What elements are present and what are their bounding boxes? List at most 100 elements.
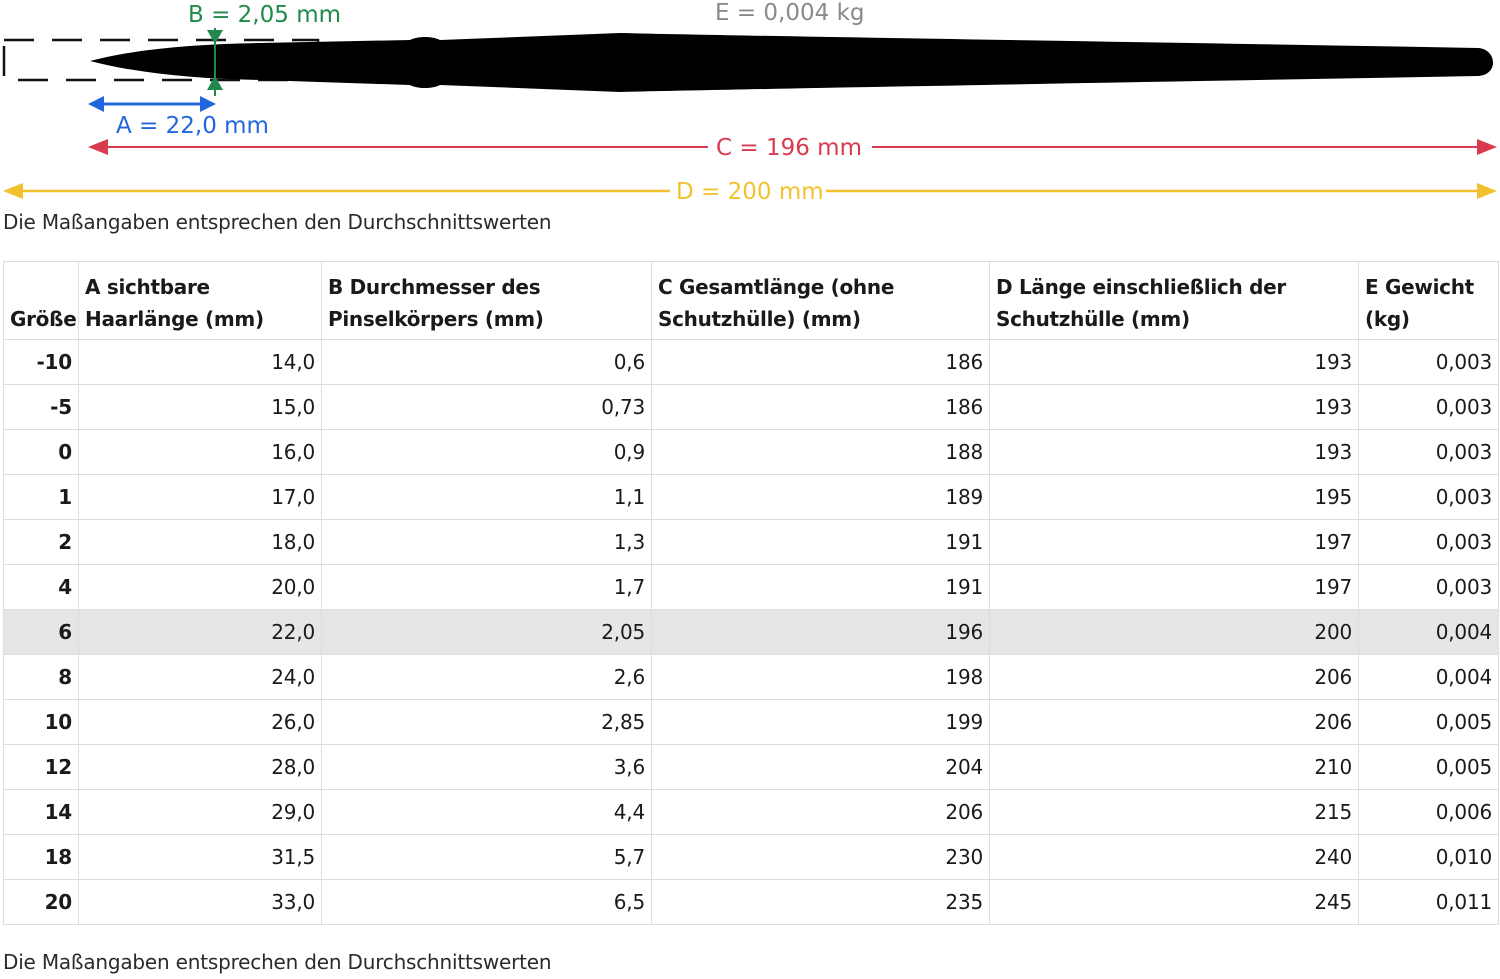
average-values-note-bottom: Die Maßangaben entsprechen den Durchschn… bbox=[3, 950, 552, 974]
label-d: D = 200 mm bbox=[676, 179, 824, 205]
length-with-cap-cell: 200 bbox=[989, 609, 1359, 655]
size-cell: 0 bbox=[3, 429, 79, 475]
body-diameter-cell: 5,7 bbox=[321, 834, 652, 880]
table-row: 2 18,0 1,3 191 197 0,003 bbox=[3, 519, 1499, 565]
weight-cell: 0,003 bbox=[1358, 564, 1499, 610]
brush-silhouette bbox=[90, 33, 1494, 92]
body-diameter-cell: 2,05 bbox=[321, 609, 652, 655]
dimension-c: C = 196 mm bbox=[88, 135, 1497, 161]
length-with-cap-cell: 215 bbox=[989, 789, 1359, 835]
average-values-note: Die Maßangaben entsprechen den Durchschn… bbox=[3, 210, 552, 234]
table-row: 8 24,0 2,6 198 206 0,004 bbox=[3, 654, 1499, 700]
total-length-cell: 189 bbox=[651, 474, 990, 520]
hair-length-cell: 17,0 bbox=[78, 474, 322, 520]
total-length-cell: 191 bbox=[651, 519, 990, 565]
hair-length-cell: 20,0 bbox=[78, 564, 322, 610]
header-length-with-cap: D Länge einschließlich der Schutzhülle (… bbox=[989, 261, 1359, 340]
header-size: Größe bbox=[3, 261, 79, 340]
size-cell: 20 bbox=[3, 879, 79, 925]
size-cell: 2 bbox=[3, 519, 79, 565]
body-diameter-cell: 4,4 bbox=[321, 789, 652, 835]
brush-dimension-diagram: B = 2,05 mm E = 0,004 kg A = 22,0 mm C =… bbox=[2, 0, 1497, 205]
weight-cell: 0,003 bbox=[1358, 339, 1499, 385]
body-diameter-cell: 6,5 bbox=[321, 879, 652, 925]
weight-cell: 0,010 bbox=[1358, 834, 1499, 880]
weight-cell: 0,004 bbox=[1358, 654, 1499, 700]
weight-cell: 0,004 bbox=[1358, 609, 1499, 655]
table-row: 0 16,0 0,9 188 193 0,003 bbox=[3, 429, 1499, 475]
total-length-cell: 235 bbox=[651, 879, 990, 925]
total-length-cell: 230 bbox=[651, 834, 990, 880]
body-diameter-cell: 1,3 bbox=[321, 519, 652, 565]
length-with-cap-cell: 206 bbox=[989, 654, 1359, 700]
table-row: 10 26,0 2,85 199 206 0,005 bbox=[3, 699, 1499, 745]
body-diameter-cell: 0,6 bbox=[321, 339, 652, 385]
body-diameter-cell: 1,1 bbox=[321, 474, 652, 520]
size-cell: 14 bbox=[3, 789, 79, 835]
hair-length-cell: 24,0 bbox=[78, 654, 322, 700]
header-body-diameter: B Durchmesser des Pinselkörpers (mm) bbox=[321, 261, 652, 340]
table-body: -10 14,0 0,6 186 193 0,003 -5 15,0 0,73 186 193 0,0… bbox=[3, 339, 1499, 925]
weight-cell: 0,003 bbox=[1358, 474, 1499, 520]
table-row: 20 33,0 6,5 235 245 0,011 bbox=[3, 879, 1499, 925]
hair-length-cell: 28,0 bbox=[78, 744, 322, 790]
hair-length-cell: 33,0 bbox=[78, 879, 322, 925]
total-length-cell: 204 bbox=[651, 744, 990, 790]
size-cell: 8 bbox=[3, 654, 79, 700]
total-length-cell: 206 bbox=[651, 789, 990, 835]
table-row: 1 17,0 1,1 189 195 0,003 bbox=[3, 474, 1499, 520]
size-cell: 4 bbox=[3, 564, 79, 610]
weight-cell: 0,003 bbox=[1358, 429, 1499, 475]
length-with-cap-cell: 195 bbox=[989, 474, 1359, 520]
header-weight: E Gewicht (kg) bbox=[1358, 261, 1499, 340]
hair-length-cell: 14,0 bbox=[78, 339, 322, 385]
body-diameter-cell: 2,85 bbox=[321, 699, 652, 745]
total-length-cell: 188 bbox=[651, 429, 990, 475]
length-with-cap-cell: 197 bbox=[989, 564, 1359, 610]
hair-length-cell: 16,0 bbox=[78, 429, 322, 475]
header-hair-length: A sichtbare Haarlänge (mm) bbox=[78, 261, 322, 340]
hair-length-cell: 22,0 bbox=[78, 609, 322, 655]
hair-length-cell: 31,5 bbox=[78, 834, 322, 880]
table-row: 18 31,5 5,7 230 240 0,010 bbox=[3, 834, 1499, 880]
header-total-length: C Gesamtlänge (ohne Schutzhülle) (mm) bbox=[651, 261, 990, 340]
label-a: A = 22,0 mm bbox=[116, 113, 269, 139]
table-row: 14 29,0 4,4 206 215 0,006 bbox=[3, 789, 1499, 835]
table-row: 4 20,0 1,7 191 197 0,003 bbox=[3, 564, 1499, 610]
size-cell: 1 bbox=[3, 474, 79, 520]
length-with-cap-cell: 193 bbox=[989, 429, 1359, 475]
length-with-cap-cell: 240 bbox=[989, 834, 1359, 880]
total-length-cell: 199 bbox=[651, 699, 990, 745]
table-row: 12 28,0 3,6 204 210 0,005 bbox=[3, 744, 1499, 790]
label-e: E = 0,004 kg bbox=[715, 0, 865, 26]
length-with-cap-cell: 193 bbox=[989, 339, 1359, 385]
length-with-cap-cell: 245 bbox=[989, 879, 1359, 925]
weight-cell: 0,003 bbox=[1358, 384, 1499, 430]
body-diameter-cell: 2,6 bbox=[321, 654, 652, 700]
weight-cell: 0,011 bbox=[1358, 879, 1499, 925]
body-diameter-cell: 3,6 bbox=[321, 744, 652, 790]
hair-length-cell: 15,0 bbox=[78, 384, 322, 430]
hair-length-cell: 29,0 bbox=[78, 789, 322, 835]
size-cell: 10 bbox=[3, 699, 79, 745]
table-row: -5 15,0 0,73 186 193 0,003 bbox=[3, 384, 1499, 430]
dimension-a: A = 22,0 mm bbox=[88, 96, 269, 139]
total-length-cell: 196 bbox=[651, 609, 990, 655]
size-table: Größe A sichtbare Haarlänge (mm) B Durch… bbox=[3, 261, 1499, 925]
hair-length-cell: 18,0 bbox=[78, 519, 322, 565]
dimension-d: D = 200 mm bbox=[3, 179, 1497, 205]
weight-cell: 0,006 bbox=[1358, 789, 1499, 835]
size-cell: 12 bbox=[3, 744, 79, 790]
table-row: 6 22,0 2,05 196 200 0,004 bbox=[3, 609, 1499, 655]
length-with-cap-cell: 210 bbox=[989, 744, 1359, 790]
size-cell: -10 bbox=[3, 339, 79, 385]
label-b: B = 2,05 mm bbox=[188, 2, 341, 28]
total-length-cell: 186 bbox=[651, 339, 990, 385]
total-length-cell: 191 bbox=[651, 564, 990, 610]
size-cell: 6 bbox=[3, 609, 79, 655]
length-with-cap-cell: 197 bbox=[989, 519, 1359, 565]
body-diameter-cell: 0,9 bbox=[321, 429, 652, 475]
body-diameter-cell: 1,7 bbox=[321, 564, 652, 610]
total-length-cell: 198 bbox=[651, 654, 990, 700]
length-with-cap-cell: 206 bbox=[989, 699, 1359, 745]
